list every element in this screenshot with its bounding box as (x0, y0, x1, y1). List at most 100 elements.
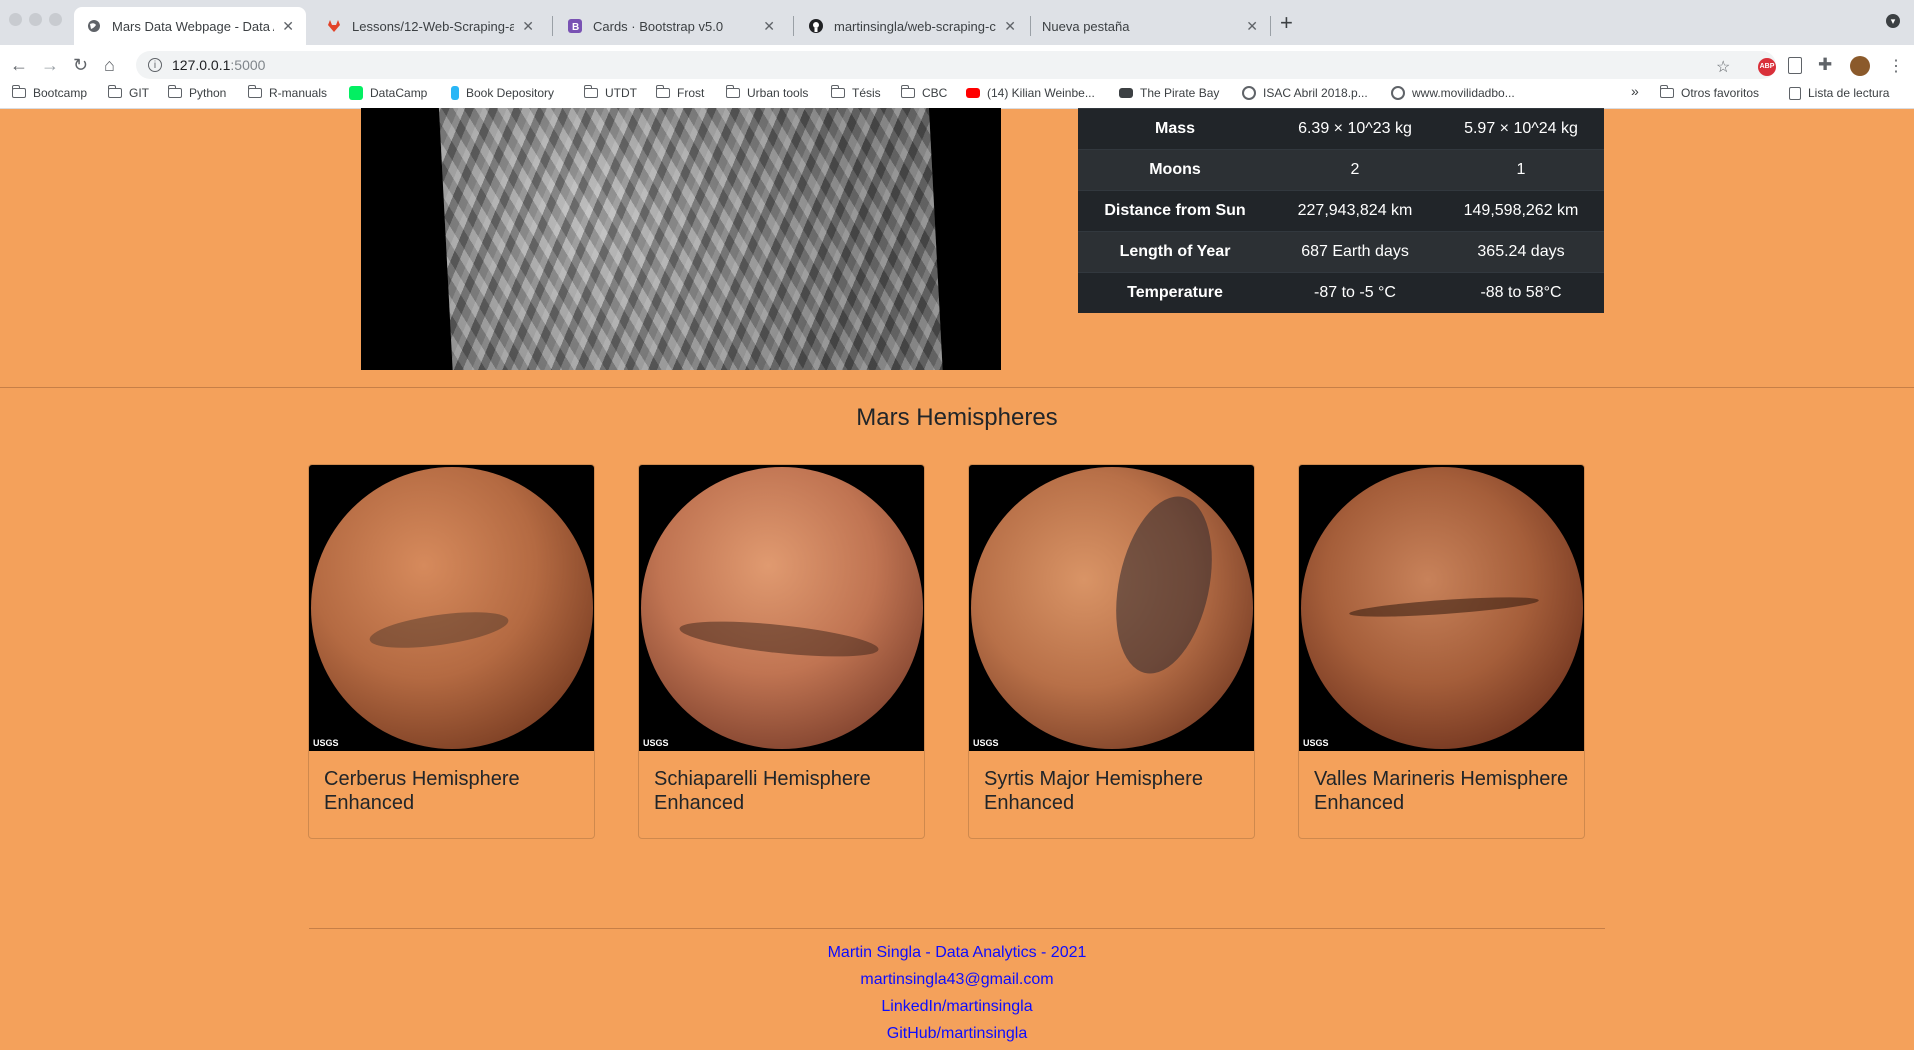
other-favorites[interactable]: Otros favoritos (1659, 85, 1760, 100)
bookmark-datacamp[interactable]: DataCamp (349, 86, 427, 100)
hemispheres-title: Mars Hemispheres (856, 404, 1058, 431)
bookmark-python[interactable]: Python (167, 85, 227, 100)
window-zoom-button[interactable] (49, 13, 62, 26)
adblock-icon[interactable]: ABP (1758, 58, 1776, 76)
hemisphere-image: USGS (639, 465, 924, 751)
tab-search-icon[interactable]: ▾ (1886, 14, 1900, 28)
folder-icon (167, 85, 182, 98)
bookmark-label: ISAC Abril 2018.p... (1263, 86, 1368, 100)
folder-icon (655, 85, 670, 98)
fact-label: Temperature (1078, 272, 1272, 313)
table-row: Temperature -87 to -5 °C -88 to 58°C (1078, 272, 1604, 313)
tab-new[interactable]: Nueva pestaña ✕ (1030, 7, 1270, 45)
forward-icon[interactable]: → (41, 55, 59, 76)
bookmarks-overflow-button[interactable]: » (1631, 83, 1639, 99)
window-minimize-button[interactable] (29, 13, 42, 26)
bookmark-movilidad[interactable]: www.movilidadbo... (1391, 86, 1515, 100)
table-row: Moons 2 1 (1078, 149, 1604, 191)
document-icon[interactable] (1788, 57, 1802, 74)
hemisphere-card-schiaparelli: USGS Schiaparelli Hemisphere Enhanced (638, 464, 925, 839)
bookmark-youtube[interactable]: (14) Kilian Weinbe... (966, 86, 1095, 100)
bookmark-git[interactable]: GIT (107, 85, 149, 100)
folder-icon (107, 85, 122, 98)
bookmark-r-manuals[interactable]: R-manuals (247, 85, 328, 100)
tab-lessons[interactable]: Lessons/12-Web-Scraping-and ✕ (314, 7, 546, 45)
bookmark-label: DataCamp (370, 86, 428, 100)
hemisphere-card-valles-marineris: USGS Valles Marineris Hemisphere Enhance… (1298, 464, 1585, 839)
bookmark-urban-tools[interactable]: Urban tools (725, 85, 808, 100)
bookmark-pirate-bay[interactable]: The Pirate Bay (1119, 86, 1219, 100)
tab-label: Lessons/12-Web-Scraping-and (352, 18, 515, 34)
usgs-logo: USGS (1303, 738, 1329, 748)
fact-mars-value: 2 (1272, 149, 1438, 191)
bookmark-book-depository[interactable]: Book Depository (451, 86, 554, 100)
tab-label: Nueva pestaña (1042, 18, 1130, 34)
close-icon[interactable]: ✕ (522, 18, 534, 35)
fact-mars-value: -87 to -5 °C (1272, 272, 1438, 313)
fact-mars-value: 6.39 × 10^23 kg (1272, 108, 1438, 150)
fact-mars-value: 227,943,824 km (1272, 190, 1438, 232)
bookmark-star-icon[interactable]: ☆ (1716, 57, 1730, 77)
fact-earth-value: 365.24 days (1438, 231, 1604, 273)
footer-github-link[interactable]: GitHub/martinsingla (0, 1025, 1914, 1043)
profile-avatar[interactable] (1850, 56, 1870, 76)
menu-kebab-icon[interactable]: ⋮ (1888, 56, 1904, 76)
hemisphere-card-syrtis-major: USGS Syrtis Major Hemisphere Enhanced (968, 464, 1255, 839)
fact-earth-value: 5.97 × 10^24 kg (1438, 108, 1604, 150)
tab-mars-data[interactable]: Mars Data Webpage - Data An ✕ (74, 7, 306, 45)
bookmark-label: The Pirate Bay (1140, 86, 1220, 100)
bookmark-label: UTDT (605, 86, 637, 100)
bookmark-label: GIT (129, 86, 149, 100)
tab-label: martinsingla/web-scraping-ch (834, 18, 997, 34)
bookmark-tesis[interactable]: Tésis (830, 85, 881, 100)
bookmark-label: Tésis (852, 86, 881, 100)
fact-label: Distance from Sun (1078, 190, 1272, 232)
reading-list[interactable]: Lista de lectura (1789, 86, 1889, 100)
table-row: Mass 6.39 × 10^23 kg 5.97 × 10^24 kg (1078, 108, 1604, 150)
footer-linkedin-link[interactable]: LinkedIn/martinsingla (0, 998, 1914, 1016)
card-title: Cerberus Hemisphere Enhanced (324, 768, 520, 814)
bookmark-frost[interactable]: Frost (655, 85, 705, 100)
bookmark-label: www.movilidadbo... (1412, 86, 1515, 100)
window-close-button[interactable] (9, 13, 22, 26)
home-icon[interactable]: ⌂ (104, 55, 115, 76)
usgs-logo: USGS (643, 738, 669, 748)
footer-email-link[interactable]: martinsingla43@gmail.com (0, 971, 1914, 989)
bookmark-label: Python (189, 86, 227, 100)
reload-icon[interactable]: ↻ (73, 55, 88, 76)
tab-github[interactable]: martinsingla/web-scraping-ch ✕ (796, 7, 1028, 45)
fact-earth-value: 1 (1438, 149, 1604, 191)
table-row: Distance from Sun 227,943,824 km 149,598… (1078, 190, 1604, 232)
close-icon[interactable]: ✕ (282, 18, 294, 35)
table-row: Length of Year 687 Earth days 365.24 day… (1078, 231, 1604, 273)
site-info-icon[interactable]: i (148, 58, 162, 72)
hemisphere-image: USGS (309, 465, 594, 751)
tab-bootstrap-cards[interactable]: B Cards · Bootstrap v5.0 ✕ (555, 7, 787, 45)
bookmark-isac[interactable]: ISAC Abril 2018.p... (1242, 86, 1368, 100)
bookmark-label: Frost (677, 86, 705, 100)
address-bar[interactable]: i 127.0.0.1:5000 (136, 51, 1776, 79)
usgs-logo: USGS (973, 738, 999, 748)
fact-mars-value: 687 Earth days (1272, 231, 1438, 273)
card-title: Schiaparelli Hemisphere Enhanced (654, 768, 871, 814)
close-icon[interactable]: ✕ (1246, 18, 1258, 35)
svg-text:B: B (572, 22, 579, 33)
bookmark-bootcamp[interactable]: Bootcamp (11, 85, 87, 100)
bookmark-label: Otros favoritos (1681, 86, 1760, 100)
fact-earth-value: 149,598,262 km (1438, 190, 1604, 232)
new-tab-button[interactable]: + (1280, 10, 1293, 36)
close-icon[interactable]: ✕ (763, 18, 775, 35)
folder-icon (725, 85, 740, 98)
bookmark-label: Lista de lectura (1808, 86, 1890, 100)
footer-divider (309, 928, 1605, 929)
globe-icon (1242, 86, 1256, 100)
bookmark-label: R-manuals (269, 86, 328, 100)
folder-icon (247, 85, 262, 98)
bookmark-utdt[interactable]: UTDT (583, 85, 637, 100)
back-icon[interactable]: ← (10, 55, 28, 76)
extensions-puzzle-icon[interactable]: ✚ (1818, 55, 1832, 75)
close-icon[interactable]: ✕ (1004, 18, 1016, 35)
tab-label: Cards · Bootstrap v5.0 (593, 18, 724, 34)
mars-surface-strip (438, 108, 944, 370)
bookmark-cbc[interactable]: CBC (900, 85, 947, 100)
